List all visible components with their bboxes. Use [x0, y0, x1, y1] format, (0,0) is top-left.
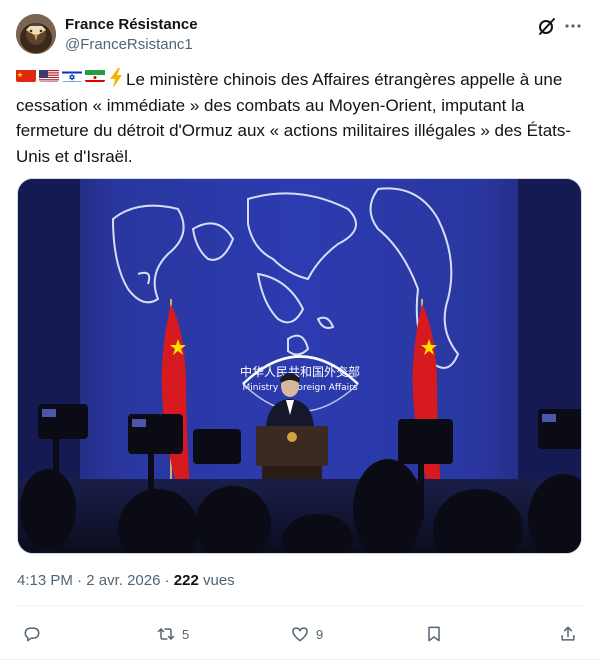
share-icon [561, 626, 575, 641]
retweet-count: 5 [182, 626, 190, 642]
press-conference-image: 中华人民共和国外交部 Ministry of Foreign Affairs [18, 179, 581, 553]
author-display-name[interactable]: France Résistance [65, 15, 198, 35]
meta-separator: · [72, 572, 87, 589]
lightning-icon [108, 68, 124, 88]
author-handle[interactable]: @FranceRsistanc1 [65, 35, 193, 55]
tweet-actions: 5 9 [16, 618, 585, 652]
like-button[interactable]: 9 [290, 622, 323, 646]
bookmark-icon [428, 626, 440, 642]
tweet-time[interactable]: 4:13 PM [17, 572, 73, 589]
avatar[interactable] [16, 14, 56, 54]
meta-separator-2: · [160, 572, 174, 589]
heart-icon [292, 627, 308, 642]
tweet-body-text: Le ministère chinois des Affaires étrang… [16, 70, 572, 166]
tweet-text: Le ministère chinois des Affaires étrang… [16, 67, 588, 169]
china-flag-icon [16, 67, 36, 82]
tweet-media-image[interactable]: 中华人民共和国外交部 Ministry of Foreign Affairs [17, 178, 582, 554]
views-label: vues [198, 572, 235, 589]
grok-button[interactable] [535, 14, 559, 38]
eagle-icon [16, 14, 56, 54]
share-button[interactable] [558, 622, 578, 646]
israel-flag-icon [62, 67, 82, 82]
more-dots-icon [565, 24, 581, 28]
tweet-date[interactable]: 2 avr. 2026 [86, 572, 160, 589]
retweet-button[interactable]: 5 [156, 622, 189, 646]
tweet-meta: 4:13 PM · 2 avr. 2026 · 222 vues [17, 571, 235, 591]
bookmark-button[interactable] [424, 622, 444, 646]
usa-flag-icon [39, 67, 59, 82]
retweet-icon [157, 628, 175, 640]
views-count: 222 [173, 572, 199, 589]
mfa-english-text: Ministry of Foreign Affairs [242, 383, 357, 393]
reply-button[interactable] [22, 622, 42, 646]
more-options-button[interactable] [561, 14, 585, 38]
grok-icon [539, 18, 555, 35]
like-count: 9 [316, 626, 324, 642]
reply-icon [24, 627, 40, 642]
tweet: France Résistance @FranceRsistanc1 Le mi… [0, 0, 601, 660]
divider [16, 605, 585, 606]
iran-flag-icon [85, 67, 105, 82]
mfa-chinese-text: 中华人民共和国外交部 [240, 364, 360, 379]
